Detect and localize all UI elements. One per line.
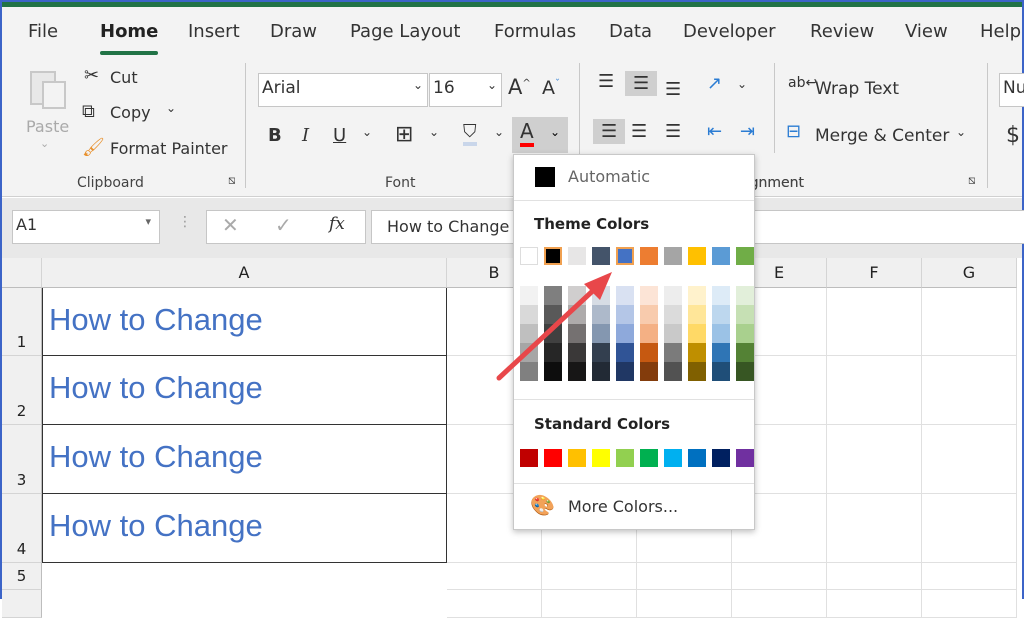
annotation-arrow: [496, 272, 612, 381]
arrow-shaft: [496, 283, 601, 381]
